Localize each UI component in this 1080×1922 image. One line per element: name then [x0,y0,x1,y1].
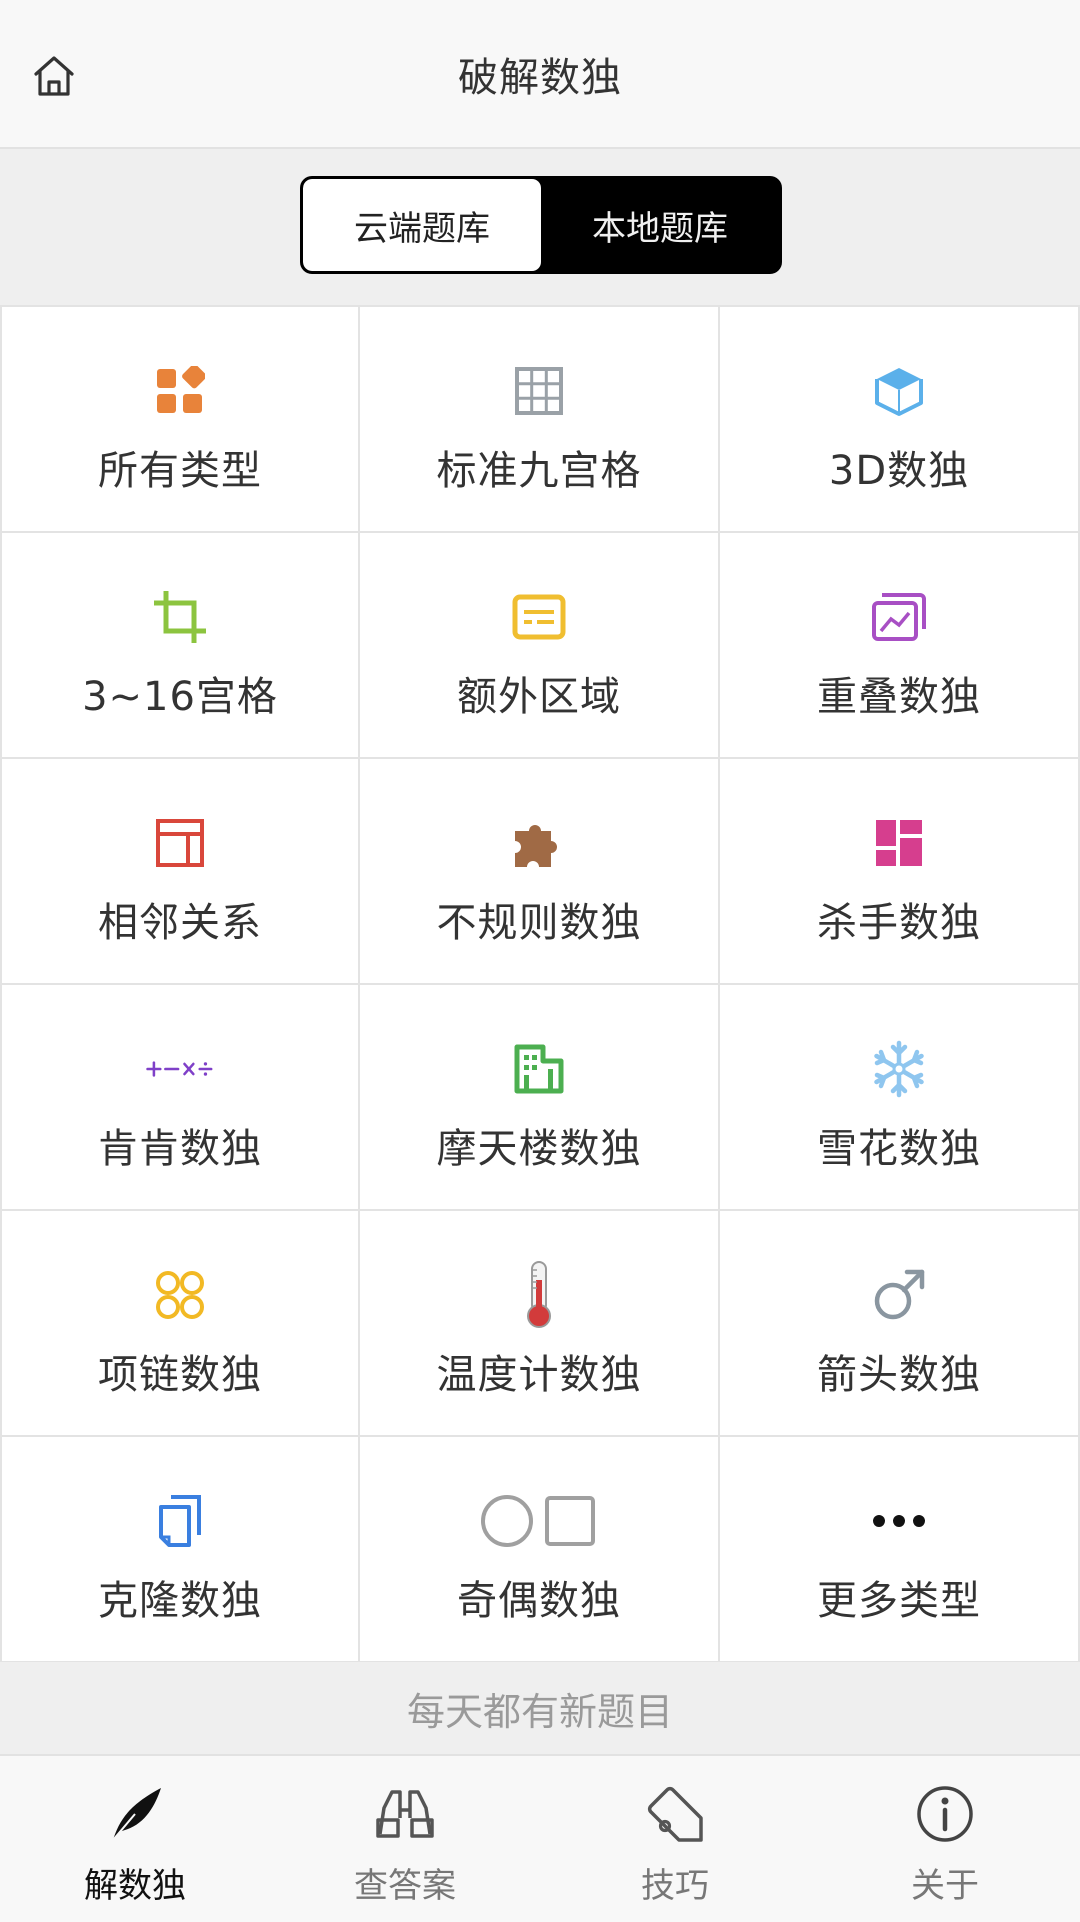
tab-solve[interactable]: 解数独 [0,1756,270,1922]
type-snowflake[interactable]: 雪花数独 [720,985,1080,1211]
thermometer-icon [504,1260,574,1330]
bottom-tab-bar: 解数独 查答案 技巧 关于 [0,1754,1080,1922]
type-label: 相邻关系 [98,900,262,946]
apps-icon [145,356,215,426]
type-label: 3D数独 [828,448,970,494]
snowflake-icon [864,1034,934,1104]
type-overlap[interactable]: 重叠数独 [720,533,1080,759]
puzzle-type-grid: 所有类型 标准九宫格 3D数独 3~16宫格 额外区域 重叠数独 相邻关系 不规… [0,305,1080,1663]
cloud-library-tab[interactable]: 云端题库 [303,179,541,271]
dashboard-icon [864,808,934,878]
type-thermometer[interactable]: 温度计数独 [360,1211,720,1437]
library-segmented-control: 云端题库 本地题库 [300,176,782,274]
arrow-male-icon [864,1260,934,1330]
tab-about[interactable]: 关于 [810,1756,1080,1922]
home-button[interactable] [26,48,82,104]
type-more[interactable]: 更多类型 [720,1437,1080,1663]
tab-label: 技巧 [641,1866,709,1906]
library-switch-bar: 云端题库 本地题库 [0,149,1080,305]
type-skyscraper[interactable]: 摩天楼数独 [360,985,720,1211]
type-label: 不规则数独 [436,900,642,946]
type-label: 温度计数独 [436,1352,642,1398]
type-label: 所有类型 [98,448,262,494]
cube-icon [864,356,934,426]
type-all[interactable]: 所有类型 [0,307,360,533]
page-title: 破解数独 [458,54,622,101]
type-label: 箭头数独 [817,1352,981,1398]
type-odd-even[interactable]: 奇偶数独 [360,1437,720,1663]
type-label: 标准九宫格 [436,448,642,494]
tab-tips[interactable]: 技巧 [540,1756,810,1922]
type-label: 3~16宫格 [82,674,278,720]
card-icon [504,582,574,652]
type-label: 摩天楼数独 [436,1126,642,1172]
type-label: 杀手数独 [817,900,981,946]
type-label: 奇偶数独 [457,1578,621,1624]
type-3d[interactable]: 3D数独 [720,307,1080,533]
binoculars-icon [373,1782,437,1846]
type-label: 雪花数独 [817,1126,981,1172]
daily-new-puzzles-note: 每天都有新题目 [0,1662,1080,1754]
type-clone[interactable]: 克隆数独 [0,1437,360,1663]
feather-icon [103,1782,167,1846]
tab-label: 关于 [911,1866,979,1906]
type-3-16[interactable]: 3~16宫格 [0,533,360,759]
type-label: 更多类型 [817,1578,981,1624]
home-icon [34,56,74,96]
tag-icon [643,1782,707,1846]
type-irregular[interactable]: 不规则数独 [360,759,720,985]
puzzle-icon [504,808,574,878]
building-icon [504,1034,574,1104]
type-killer[interactable]: 杀手数独 [720,759,1080,985]
type-arrow[interactable]: 箭头数独 [720,1211,1080,1437]
circle-square-icon [479,1486,599,1556]
type-label: 肯肯数独 [98,1126,262,1172]
type-label: 克隆数独 [98,1578,262,1624]
crop-icon [145,582,215,652]
more-icon [864,1486,934,1556]
type-kenken[interactable]: 肯肯数独 [0,985,360,1211]
tab-answers[interactable]: 查答案 [270,1756,540,1922]
gallery-icon [864,582,934,652]
tab-label: 解数独 [84,1866,186,1906]
layout-icon [145,808,215,878]
type-standard[interactable]: 标准九宫格 [360,307,720,533]
local-library-tab[interactable]: 本地题库 [541,179,779,271]
type-adjacent[interactable]: 相邻关系 [0,759,360,985]
tab-label: 查答案 [354,1866,456,1906]
type-necklace[interactable]: 项链数独 [0,1211,360,1437]
type-label: 额外区域 [457,674,621,720]
type-label: 重叠数独 [817,674,981,720]
type-extra-region[interactable]: 额外区域 [360,533,720,759]
info-icon [913,1782,977,1846]
app-header: 破解数独 [0,0,1080,149]
type-label: 项链数独 [98,1352,262,1398]
clone-icon [145,1486,215,1556]
math-icon [145,1034,215,1104]
necklace-icon [145,1260,215,1330]
grid-icon [504,356,574,426]
